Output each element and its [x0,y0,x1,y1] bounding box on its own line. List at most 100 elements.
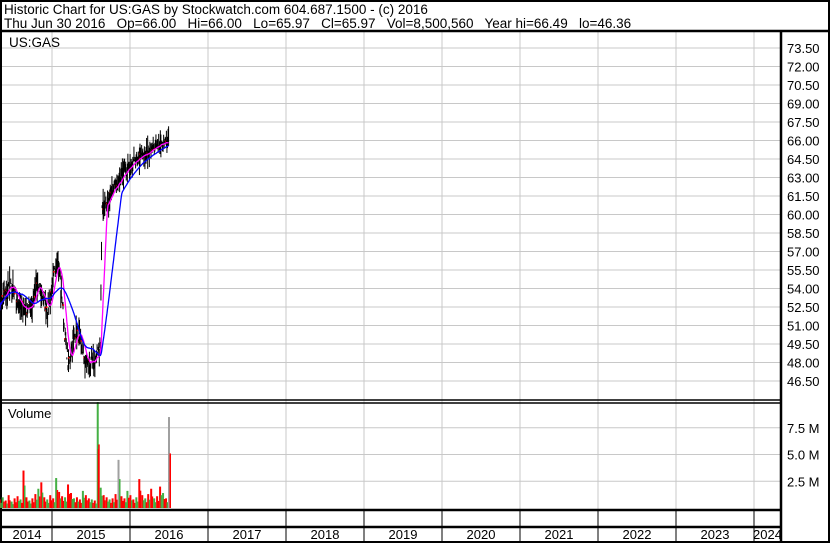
x-year-label: 2020 [467,527,496,542]
volume-bar [38,496,41,508]
price-tick-mark [14,292,16,295]
volume-bar [121,500,124,508]
volume-bar [166,502,169,508]
volume-tick-label: 7.5 M [787,421,820,436]
volume-bar [6,503,8,508]
volume-bar [59,498,62,508]
volume-bar [160,495,163,508]
price-tick-mark [1,295,4,297]
volume-bar [142,500,145,508]
volume-bar [74,502,76,508]
volume-bar [136,501,139,508]
price-bars [0,126,170,379]
y-tick-label: 63.00 [787,171,820,186]
y-tick-label: 55.50 [787,263,820,278]
short-moving-average-line [0,141,169,364]
price-tick-mark [45,306,48,308]
y-tick-label: 61.50 [787,189,820,204]
panel-dividers [0,29,828,541]
volume-bar [15,502,17,508]
volume-bar [21,502,23,508]
volume-bar [77,501,79,508]
y-tick-label: 54.00 [787,282,820,297]
x-year-label: 2018 [311,527,340,542]
volume-bar [62,500,65,508]
price-tick-mark [76,329,79,332]
y-tick-label: 52.50 [787,300,820,315]
volume-bar [0,502,2,508]
x-year-label: 2023 [701,527,730,542]
volume-bar [9,500,11,508]
volume-bar [89,502,91,508]
volume-bar [92,502,94,508]
price-tick-mark [53,271,55,273]
volume-bar [101,495,103,508]
volume-bar [68,493,71,508]
x-year-label: 2014 [13,527,42,542]
y-tick-label: 51.00 [787,319,820,334]
volume-bar [29,503,32,508]
volume-bar [148,499,151,508]
volume-bar [80,502,82,508]
volume-bar [47,502,50,508]
y-tick-label: 60.00 [787,208,820,223]
volume-bar [157,500,160,508]
volume-bar [53,502,56,508]
y-tick-label: 46.50 [787,374,820,389]
volume-bar [104,500,106,508]
volume-bar [41,492,44,508]
volume-label: Volume [8,406,51,421]
volume-bar [110,502,112,508]
axis-labels: 73.50 72.00 70.50 69.00 67.50 66.00 64.50 63.00… [13,41,820,542]
volume-bar [86,500,88,508]
y-tick-label: 72.00 [787,60,820,75]
volume-bar [3,501,5,508]
volume-bar [130,500,133,508]
volume-bar [113,502,115,508]
x-year-label: 2016 [155,527,184,542]
volume-bar [139,490,142,508]
volume-bar [35,499,38,508]
y-tick-label: 58.50 [787,226,820,241]
volume-bar [119,479,121,508]
volume-bar [127,497,130,508]
volume-bar [23,485,26,508]
x-year-label: 2024 [753,527,782,542]
y-tick-label: 70.50 [787,78,820,93]
volume-bar [116,499,118,508]
volume-bar [56,490,59,508]
volume-bar [133,502,136,508]
y-tick-label: 69.00 [787,97,820,112]
volume-bar [44,501,47,508]
volume-bar [83,497,85,508]
price-tick-mark [62,304,65,306]
x-year-label: 2019 [389,527,418,542]
symbol-label: US:GAS [9,35,60,50]
volume-bar [145,502,148,508]
volume-bar [12,504,14,508]
volume-bar [151,496,154,508]
y-tick-label: 48.00 [787,356,820,371]
x-year-label: 2021 [545,527,574,542]
volume-tick-label: 5.0 M [787,448,820,463]
y-tick-label: 49.50 [787,337,820,352]
volume-bar [124,502,127,508]
volume-bar [71,499,74,508]
volume-bar [97,449,100,508]
volume-bar [32,502,35,508]
volume-bar [163,499,166,508]
y-tick-label: 73.50 [787,41,820,56]
volume-bar [26,501,29,508]
volume-bar [50,500,53,508]
volume-bar [154,502,157,508]
volume-bar [65,501,68,508]
volume-bar [18,500,20,508]
y-tick-label: 67.50 [787,115,820,130]
y-tick-label: 66.00 [787,134,820,149]
volume-bar [95,503,97,508]
y-tick-label: 64.50 [787,152,820,167]
price-chart: 73.50 72.00 70.50 69.00 67.50 66.00 64.50 63.00… [0,29,828,542]
y-tick-label: 57.00 [787,245,820,260]
volume-bar [107,501,109,508]
volume-bar [169,453,171,508]
